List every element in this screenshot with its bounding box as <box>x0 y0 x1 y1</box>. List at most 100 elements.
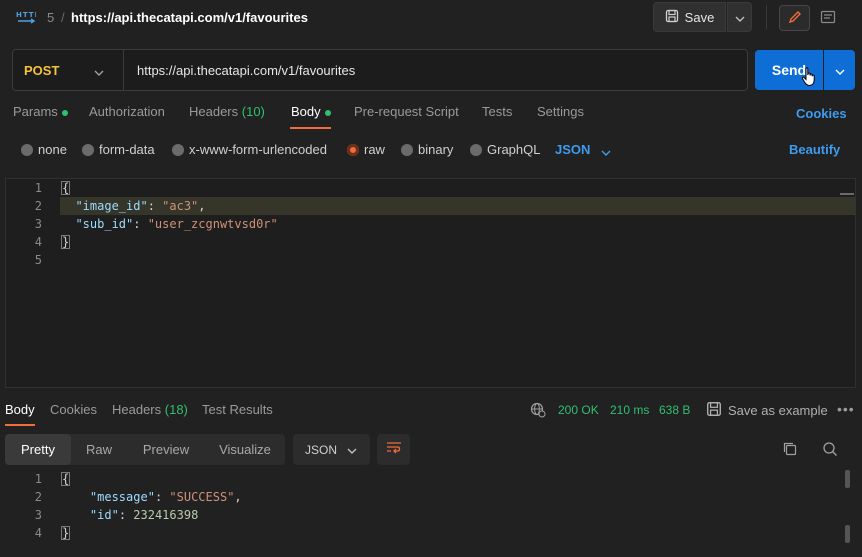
code-key: "image_id" <box>75 199 148 213</box>
response-line-number: 2 <box>34 490 42 504</box>
code-brace: } <box>61 526 71 540</box>
view-raw-button[interactable]: Raw <box>71 434 127 465</box>
comment-icon <box>820 10 836 27</box>
edit-button[interactable] <box>779 5 810 31</box>
save-options-button[interactable] <box>727 2 752 32</box>
send-options-button[interactable] <box>824 50 855 90</box>
code-value: 232416398 <box>133 508 199 522</box>
radio-raw[interactable] <box>347 144 359 156</box>
tab-body[interactable]: Body <box>291 104 331 119</box>
body-format-select[interactable]: JSON <box>555 142 590 157</box>
save-button[interactable]: Save <box>653 2 726 32</box>
top-bar: HTTP 5 / https://api.thecatapi.com/v1/fa… <box>0 0 862 36</box>
response-scrollbar[interactable] <box>845 470 850 488</box>
radio-binary[interactable] <box>401 144 413 156</box>
code-brace: } <box>61 235 71 249</box>
response-format-select[interactable]: JSON <box>293 434 370 465</box>
radio-raw-label: raw <box>364 142 385 157</box>
radio-binary-label: binary <box>418 142 454 157</box>
code-value: "ac3" <box>162 199 199 213</box>
params-indicator-dot <box>61 109 68 116</box>
url-bar-divider <box>123 50 124 90</box>
response-code-line: "message": "SUCCESS", <box>89 490 242 504</box>
view-pretty-button[interactable]: Pretty <box>5 434 71 465</box>
body-indicator-dot <box>324 109 331 116</box>
tab-params[interactable]: Params <box>13 104 68 119</box>
save-as-example-button[interactable]: Save as example <box>728 403 828 418</box>
chevron-down-icon <box>835 63 845 78</box>
code-brace: { <box>61 181 71 195</box>
wrap-lines-button[interactable] <box>377 434 410 465</box>
response-status[interactable]: 200 OK <box>558 403 599 417</box>
response-line-number: 3 <box>34 508 42 522</box>
tab-headers-label: Headers <box>189 104 239 119</box>
response-tab-headers[interactable]: Headers (18) <box>112 402 188 417</box>
beautify-button[interactable]: Beautify <box>789 142 840 157</box>
response-code-line: "id": 232416398 <box>89 508 199 522</box>
search-icon[interactable] <box>822 441 838 460</box>
response-line-number: 4 <box>34 526 42 540</box>
method-select[interactable]: POST <box>24 63 59 78</box>
response-code-line: { <box>61 472 71 486</box>
tab-headers[interactable]: Headers (10) <box>189 104 265 119</box>
code-line: "image_id": "ac3", <box>75 199 206 213</box>
http-request-icon: HTTP <box>16 9 40 27</box>
chevron-down-icon <box>347 443 357 457</box>
response-code-line: } <box>61 526 71 540</box>
response-tab-body[interactable]: Body <box>5 402 35 417</box>
active-response-tab-indicator <box>5 424 35 426</box>
more-options-icon[interactable]: ••• <box>837 401 855 417</box>
cookies-link[interactable]: Cookies <box>796 106 847 121</box>
code-key: "id" <box>89 508 119 522</box>
response-format-label: JSON <box>305 442 338 457</box>
response-tab-cookies[interactable]: Cookies <box>50 402 97 417</box>
response-scrollbar[interactable] <box>845 525 850 543</box>
request-title[interactable]: https://api.thecatapi.com/v1/favourites <box>71 10 308 25</box>
radio-form-data[interactable] <box>82 144 94 156</box>
response-headers-count: (18) <box>164 402 188 417</box>
tab-authorization[interactable]: Authorization <box>89 104 165 119</box>
response-view-modes: Pretty Raw Preview Visualize <box>5 434 285 465</box>
code-key: "message" <box>89 490 155 504</box>
view-preview-button[interactable]: Preview <box>127 434 205 465</box>
radio-urlencoded[interactable] <box>172 144 184 156</box>
save-icon <box>665 9 679 26</box>
wrap-lines-icon <box>386 441 402 458</box>
view-visualize-button[interactable]: Visualize <box>205 434 285 465</box>
code-line: "sub_id": "user_zcgnwtvsd0r" <box>75 217 278 231</box>
radio-graphql-label: GraphQL <box>487 142 541 157</box>
radio-none-label: none <box>38 142 67 157</box>
line-number: 4 <box>34 235 42 249</box>
response-size[interactable]: 638 B <box>659 403 690 417</box>
code-value: "SUCCESS" <box>169 490 235 504</box>
chevron-down-icon[interactable] <box>601 144 611 159</box>
documentation-button[interactable] <box>812 5 843 31</box>
radio-graphql[interactable] <box>470 144 482 156</box>
tab-settings[interactable]: Settings <box>537 104 584 119</box>
copy-icon[interactable] <box>782 441 798 460</box>
radio-urlencoded-label: x-www-form-urlencoded <box>189 142 327 157</box>
save-icon[interactable] <box>706 401 722 420</box>
response-time[interactable]: 210 ms <box>610 403 649 417</box>
line-number: 2 <box>34 199 42 213</box>
code-key: "sub_id" <box>75 217 134 231</box>
pencil-icon <box>788 10 802 27</box>
tab-tests[interactable]: Tests <box>482 104 512 119</box>
code-line: } <box>61 235 71 249</box>
code-brace: { <box>61 472 71 486</box>
response-tab-test-results[interactable]: Test Results <box>202 402 273 417</box>
globe-icon[interactable] <box>530 402 546 421</box>
hand-cursor-icon <box>801 67 817 90</box>
radio-none[interactable] <box>21 144 33 156</box>
body-type-selector: none form-data x-www-form-urlencoded raw… <box>0 142 862 162</box>
response-tab-headers-label: Headers <box>112 402 162 417</box>
response-line-number: 1 <box>34 472 42 486</box>
tab-body-label: Body <box>291 104 321 119</box>
chevron-down-icon[interactable] <box>94 64 104 79</box>
tab-pre-request-script[interactable]: Pre-request Script <box>354 104 459 119</box>
request-tabs: Params Authorization Headers (10) Body P… <box>0 104 862 128</box>
svg-text:HTTP: HTTP <box>16 11 36 19</box>
radio-form-data-label: form-data <box>99 142 155 157</box>
save-label: Save <box>684 9 715 25</box>
url-input[interactable]: https://api.thecatapi.com/v1/favourites <box>137 63 355 78</box>
